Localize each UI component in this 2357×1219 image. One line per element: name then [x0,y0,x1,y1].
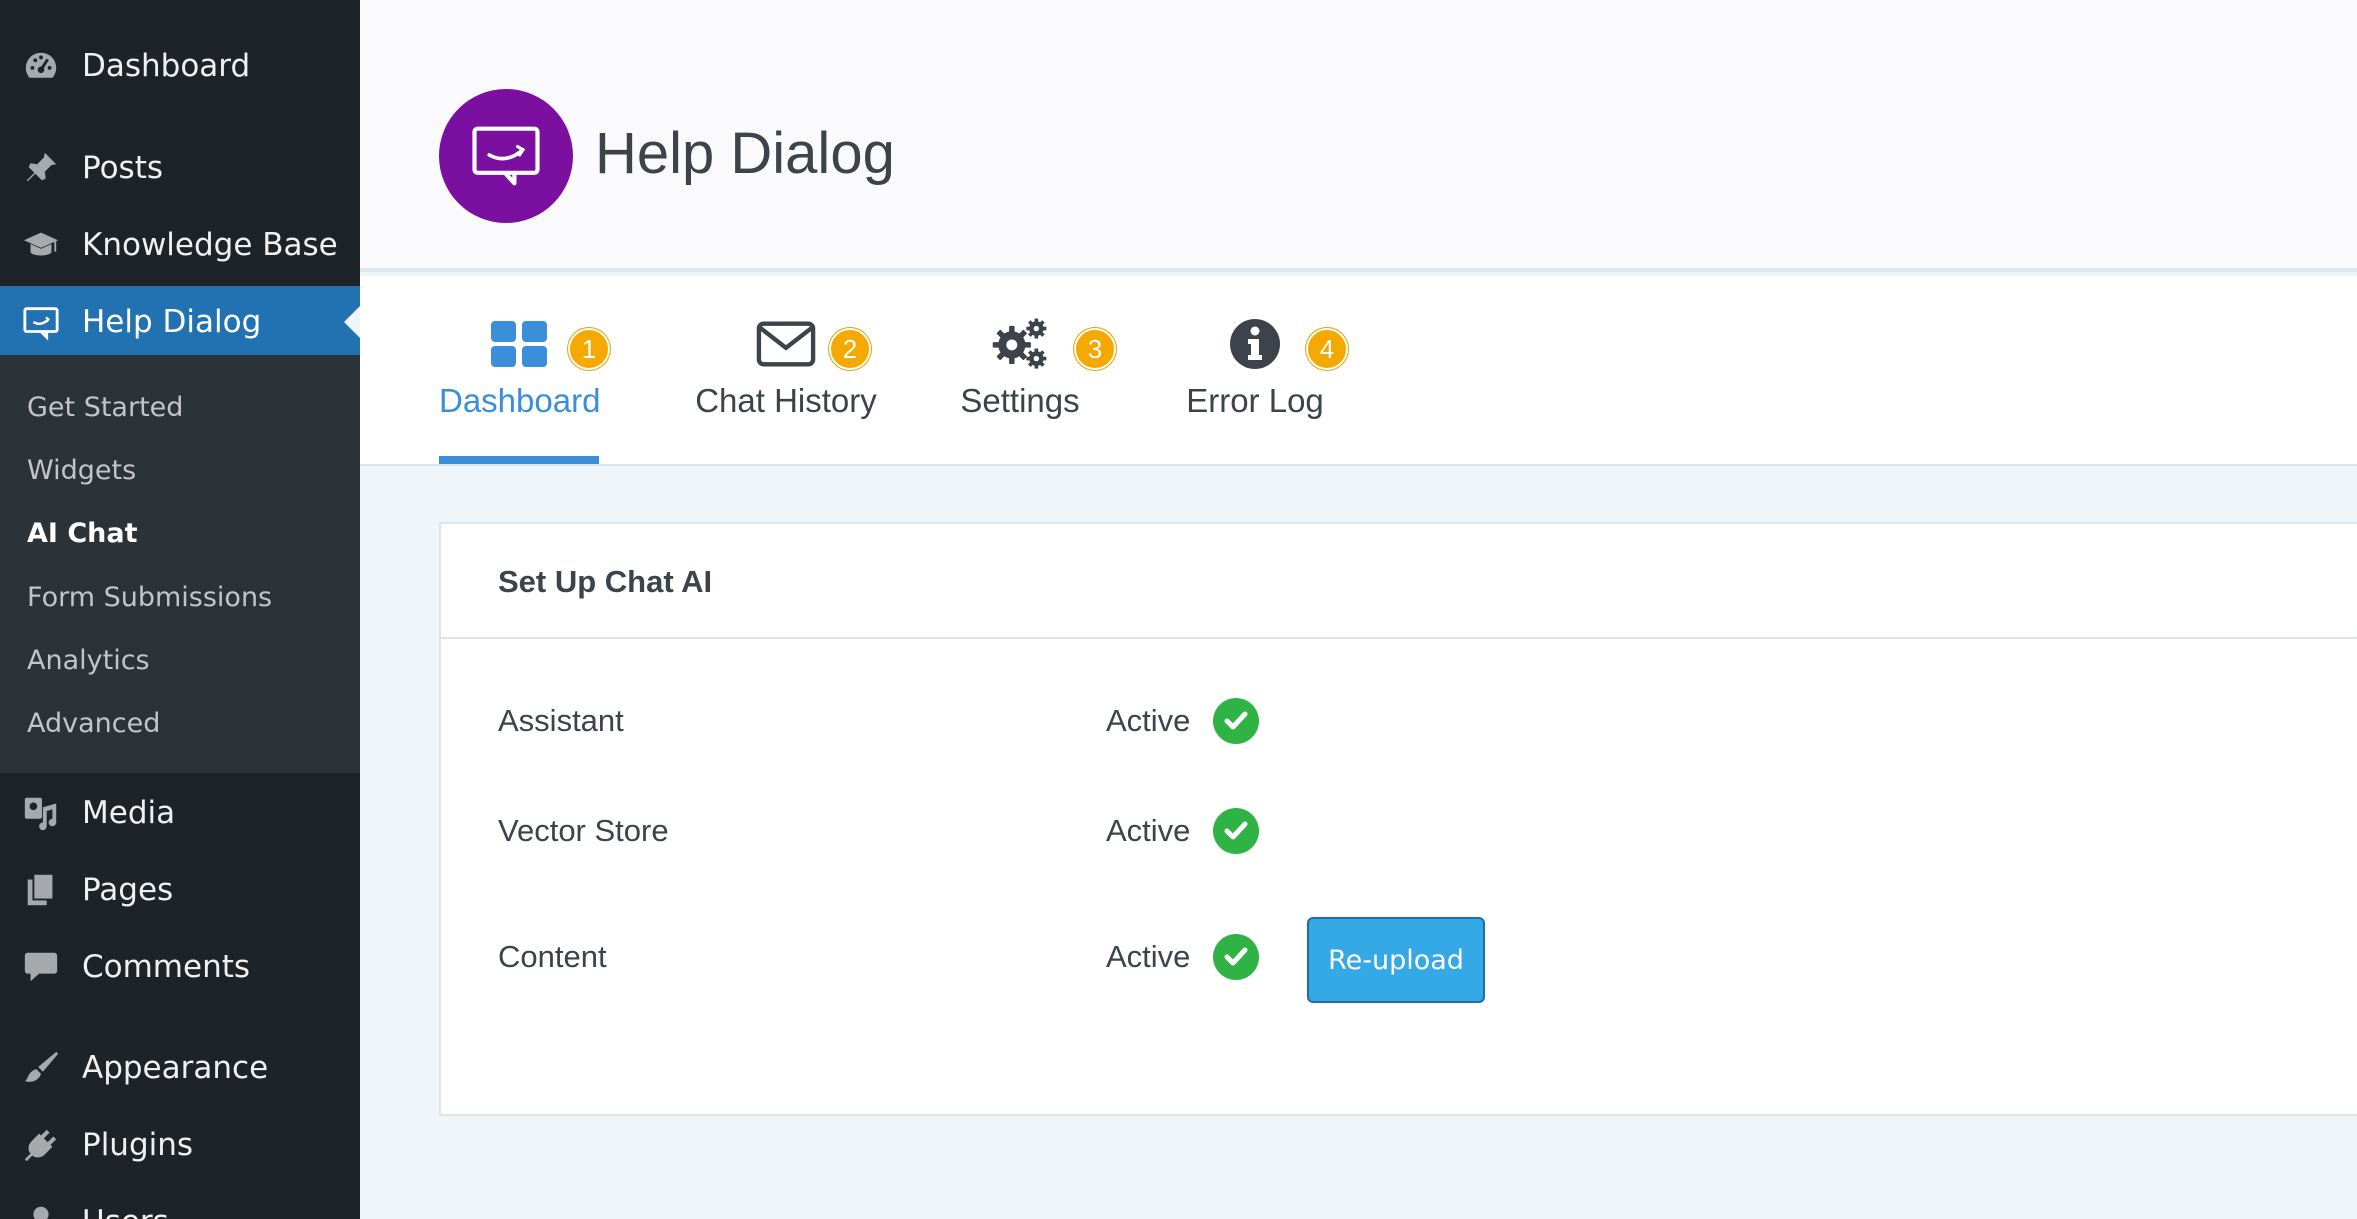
sidebar-item-label: Comments [82,949,251,985]
sidebar-item-dashboard[interactable]: Dashboard [0,30,360,102]
dashboard-icon [0,47,82,85]
submenu-item-form-submissions[interactable]: Form Submissions [27,582,272,613]
sidebar-item-posts[interactable]: Posts [0,132,360,204]
envelope-icon [756,316,816,372]
sidebar-item-label: Posts [82,150,164,186]
row-status-content: Active [1106,939,1191,974]
tab-chat-history[interactable]: Chat History [686,276,886,464]
sidebar-item-help-dialog[interactable]: Help Dialog [0,286,360,358]
sidebar-item-users[interactable]: Users [0,1186,360,1219]
check-circle-icon [1213,934,1259,980]
reupload-button[interactable]: Re-upload [1307,917,1485,1003]
comment-icon [0,948,82,986]
chat-logo-icon [472,126,540,186]
sidebar-item-label: Media [82,795,176,831]
page-title: Help Dialog [595,121,895,186]
submenu-item-get-started[interactable]: Get Started [27,392,183,423]
submenu-item-ai-chat[interactable]: AI Chat [27,518,138,549]
row-label-vector-store: Vector Store [498,813,669,848]
row-status-assistant: Active [1106,703,1191,738]
info-icon [1225,316,1285,372]
submenu-item-widgets[interactable]: Widgets [27,455,136,486]
row-label-assistant: Assistant [498,703,624,738]
sidebar-item-label: Plugins [82,1127,194,1163]
check-circle-icon [1213,808,1259,854]
help-dialog-icon [0,303,82,341]
submenu-item-analytics[interactable]: Analytics [27,645,150,676]
sidebar-item-label: Users [82,1204,169,1219]
sidebar-item-label: Help Dialog [82,304,262,340]
pin-icon [0,149,82,187]
tab-label: Chat History [695,382,877,419]
graduation-cap-icon [0,226,82,264]
plug-icon [0,1126,82,1164]
sidebar-item-appearance[interactable]: Appearance [0,1032,360,1104]
tab-badge: 3 [1074,328,1116,370]
sidebar-item-plugins[interactable]: Plugins [0,1109,360,1181]
sidebar-item-media[interactable]: Media [0,777,360,849]
row-label-content: Content [498,939,607,974]
grid-icon [489,316,549,372]
sidebar-item-label: Appearance [82,1050,269,1086]
check-circle-icon [1213,698,1259,744]
sidebar-item-knowledge-base[interactable]: Knowledge Base [0,209,360,281]
tab-dashboard[interactable]: Dashboard [439,276,601,464]
user-icon [0,1203,82,1219]
sidebar-item-label: Pages [82,872,174,908]
pages-icon [0,871,82,909]
active-tab-underline [439,456,599,464]
sidebar-item-label: Dashboard [82,48,251,84]
media-icon [0,794,82,832]
tab-badge: 4 [1306,328,1348,370]
tab-label: Settings [960,382,1080,419]
help-dialog-logo [439,89,573,223]
tab-badge: 2 [829,328,871,370]
gears-icon [990,316,1050,372]
submenu-item-advanced[interactable]: Advanced [27,708,160,739]
admin-sidebar: Dashboard Posts Knowledge Base Help Dial… [0,0,360,1219]
tab-badge: 1 [568,328,610,370]
brush-icon [0,1049,82,1087]
tab-settings[interactable]: Settings [950,276,1090,464]
setup-chat-ai-card: Set Up Chat AI Assistant Active Vector S… [439,522,2357,1116]
card-title: Set Up Chat AI [498,564,713,599]
tab-label: Dashboard [439,382,601,419]
row-status-vector-store: Active [1106,813,1191,848]
tab-label: Error Log [1186,382,1324,419]
tab-bar: Dashboard 1 Chat History 2 Settings 3 Er… [360,276,2357,466]
card-divider [441,637,2357,639]
active-indicator-arrow [344,306,360,338]
plugin-header: Help Dialog [360,0,2357,272]
sidebar-item-pages[interactable]: Pages [0,854,360,926]
tab-error-log[interactable]: Error Log [1175,276,1335,464]
sidebar-item-label: Knowledge Base [82,227,338,263]
sidebar-item-comments[interactable]: Comments [0,931,360,1003]
help-dialog-submenu: Get Started Widgets AI Chat Form Submiss… [0,355,360,773]
